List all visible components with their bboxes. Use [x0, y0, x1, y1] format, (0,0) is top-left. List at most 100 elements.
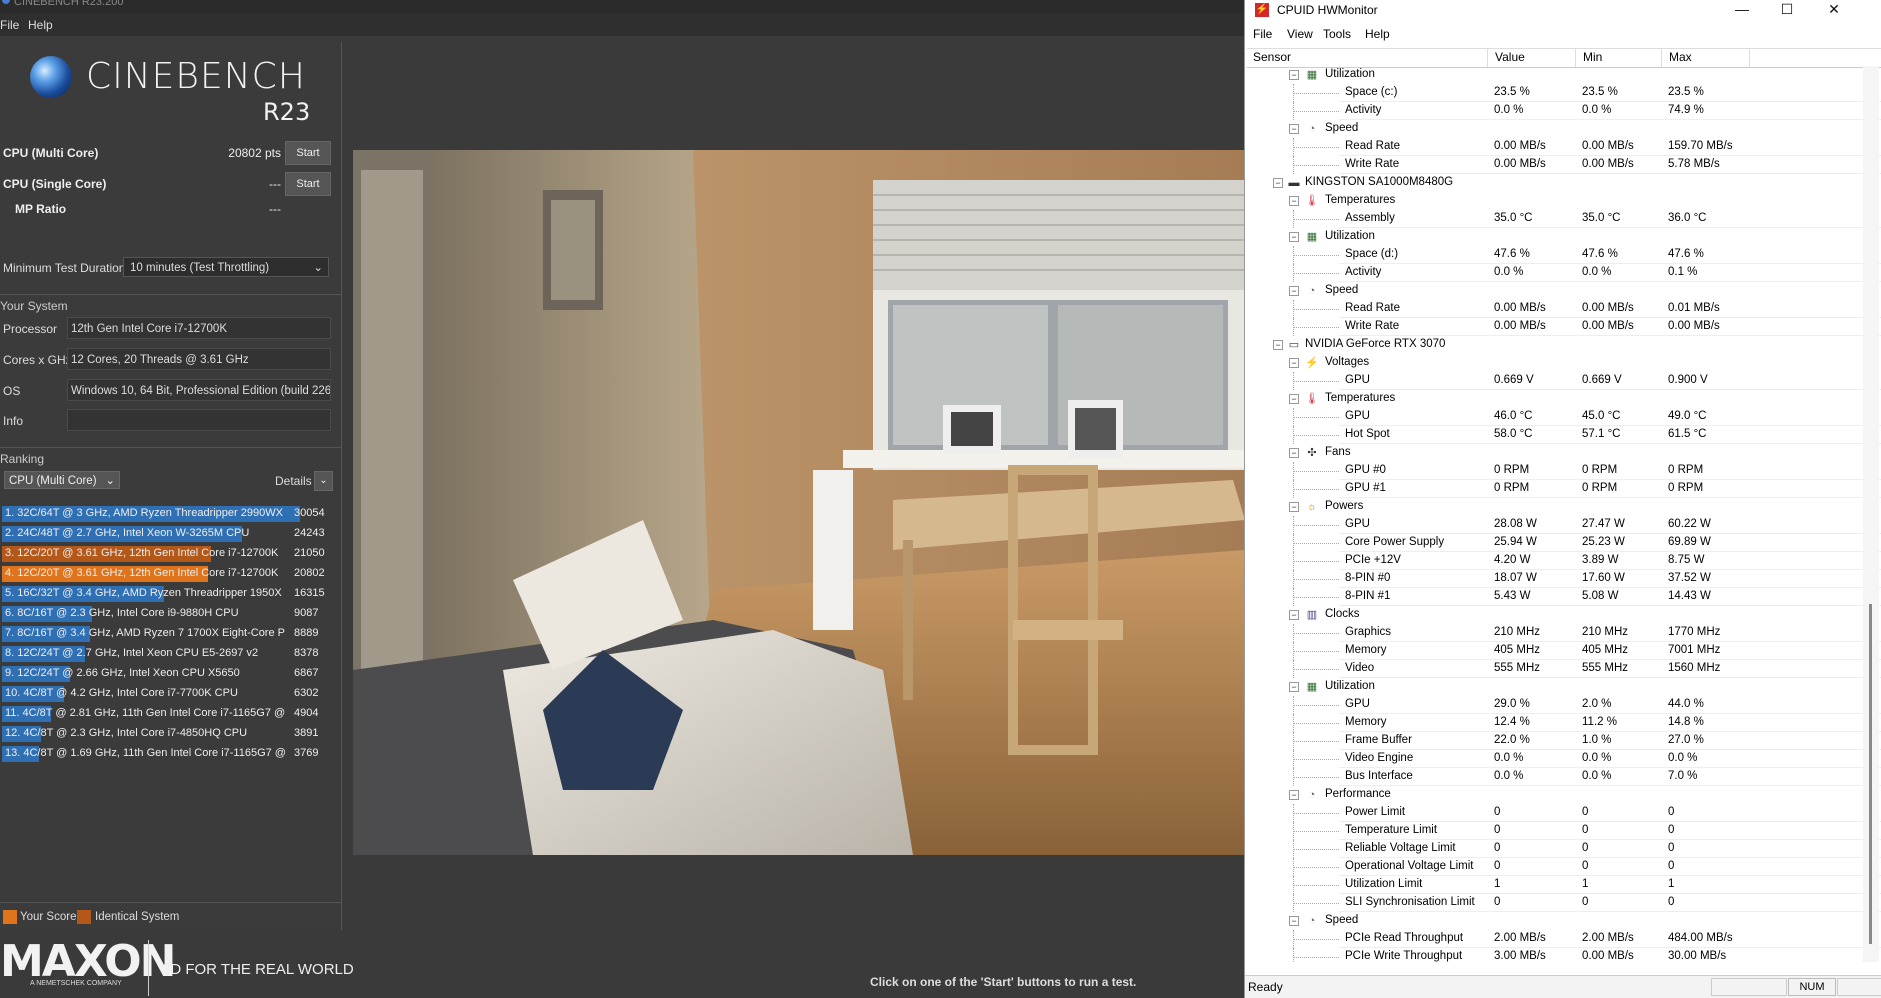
collapse-toggle-icon[interactable]: − — [1289, 70, 1299, 80]
sensor-row[interactable]: PCIe +12V 4.20 W 3.89 W 8.75 W — [1247, 552, 1881, 570]
start-single-core-button[interactable]: Start — [285, 172, 331, 196]
sensor-row[interactable]: GPU #0 0 RPM 0 RPM 0 RPM — [1247, 462, 1881, 480]
ranking-item[interactable]: 5. 16C/32T @ 3.4 GHz, AMD Ryzen Threadri… — [0, 584, 341, 604]
menu-file[interactable]: File — [1253, 27, 1272, 41]
collapse-toggle-icon[interactable]: − — [1289, 448, 1299, 458]
sensor-group-row[interactable]: − ◔ Speed — [1247, 912, 1881, 930]
sensor-row[interactable]: Assembly 35.0 °C 35.0 °C 36.0 °C — [1247, 210, 1881, 228]
sensor-row[interactable]: PCIe Write Throughput 3.00 MB/s 0.00 MB/s 3… — [1247, 948, 1881, 962]
sensor-row[interactable]: 8-PIN #0 18.07 W 17.60 W 37.52 W — [1247, 570, 1881, 588]
sensor-row[interactable]: 8-PIN #1 5.43 W 5.08 W 14.43 W — [1247, 588, 1881, 606]
sensor-group-row[interactable]: − 🌡 Temperatures — [1247, 390, 1881, 408]
sensor-row[interactable]: SLI Synchronisation Limit 0 0 0 — [1247, 894, 1881, 912]
sensor-group-row[interactable]: − ▦ Utilization — [1247, 678, 1881, 696]
start-multi-core-button[interactable]: Start — [285, 141, 331, 165]
column-max[interactable]: Max — [1669, 50, 1692, 64]
sensor-row[interactable]: Hot Spot 58.0 °C 57.1 °C 61.5 °C — [1247, 426, 1881, 444]
sensor-row[interactable]: Operational Voltage Limit 0 0 0 — [1247, 858, 1881, 876]
collapse-toggle-icon[interactable]: − — [1289, 286, 1299, 296]
column-divider[interactable] — [1487, 49, 1488, 67]
collapse-toggle-icon[interactable]: − — [1273, 178, 1283, 188]
collapse-toggle-icon[interactable]: − — [1289, 394, 1299, 404]
sensor-row[interactable]: Core Power Supply 25.94 W 25.23 W 69.89 W — [1247, 534, 1881, 552]
ranking-item[interactable]: 11. 4C/8T @ 2.81 GHz, 11th Gen Intel Cor… — [0, 704, 341, 724]
close-button[interactable]: ✕ — [1812, 0, 1856, 20]
ranking-item[interactable]: 3. 12C/20T @ 3.61 GHz, 12th Gen Intel Co… — [0, 544, 341, 564]
sensor-row[interactable]: Bus Interface 0.0 % 0.0 % 7.0 % — [1247, 768, 1881, 786]
sensor-row[interactable]: Video Engine 0.0 % 0.0 % 0.0 % — [1247, 750, 1881, 768]
sensor-row[interactable]: GPU 28.08 W 27.47 W 60.22 W — [1247, 516, 1881, 534]
column-divider[interactable] — [1661, 49, 1662, 67]
ranking-item[interactable]: 9. 12C/24T @ 2.66 GHz, Intel Xeon CPU X5… — [0, 664, 341, 684]
ranking-item[interactable]: 1. 32C/64T @ 3 GHz, AMD Ryzen Threadripp… — [0, 504, 341, 524]
column-min[interactable]: Min — [1583, 50, 1602, 64]
collapse-toggle-icon[interactable]: − — [1289, 682, 1299, 692]
column-sensor[interactable]: Sensor — [1253, 50, 1291, 64]
sensor-group-row[interactable]: − ◔ Speed — [1247, 120, 1881, 138]
details-chevron-button[interactable]: ⌄ — [314, 471, 333, 491]
menu-view[interactable]: View — [1287, 27, 1313, 41]
sensor-row[interactable]: GPU 29.0 % 2.0 % 44.0 % — [1247, 696, 1881, 714]
device-row[interactable]: − ▭ NVIDIA GeForce RTX 3070 — [1247, 336, 1881, 354]
scrollbar-thumb[interactable] — [1869, 604, 1872, 944]
sensor-row[interactable]: Frame Buffer 22.0 % 1.0 % 27.0 % — [1247, 732, 1881, 750]
collapse-toggle-icon[interactable]: − — [1289, 790, 1299, 800]
column-divider[interactable] — [1749, 49, 1750, 67]
collapse-toggle-icon[interactable]: − — [1289, 124, 1299, 134]
sensor-row[interactable]: Memory 12.4 % 11.2 % 14.8 % — [1247, 714, 1881, 732]
sensor-group-row[interactable]: − ▦ Utilization — [1247, 66, 1881, 84]
sensor-row[interactable]: Write Rate 0.00 MB/s 0.00 MB/s 5.78 MB/s — [1247, 156, 1881, 174]
ranking-item[interactable]: 10. 4C/8T @ 4.2 GHz, Intel Core i7-7700K… — [0, 684, 341, 704]
sensor-row[interactable]: GPU 46.0 °C 45.0 °C 49.0 °C — [1247, 408, 1881, 426]
sensor-row[interactable]: Utilization Limit 1 1 1 — [1247, 876, 1881, 894]
column-value[interactable]: Value — [1495, 50, 1525, 64]
sensor-row[interactable]: Memory 405 MHz 405 MHz 7001 MHz — [1247, 642, 1881, 660]
sensor-group-row[interactable]: − 🌡 Temperatures — [1247, 192, 1881, 210]
sensor-group-row[interactable]: − ⚡ Voltages — [1247, 354, 1881, 372]
sensor-row[interactable]: GPU #1 0 RPM 0 RPM 0 RPM — [1247, 480, 1881, 498]
collapse-toggle-icon[interactable]: − — [1273, 340, 1283, 350]
sensor-group-row[interactable]: − ☼ Powers — [1247, 498, 1881, 516]
minimize-button[interactable]: — — [1720, 0, 1764, 20]
sensor-row[interactable]: Power Limit 0 0 0 — [1247, 804, 1881, 822]
sensor-row[interactable]: Space (d:) 47.6 % 47.6 % 47.6 % — [1247, 246, 1881, 264]
sensor-row[interactable]: PCIe Read Throughput 2.00 MB/s 2.00 MB/s 48… — [1247, 930, 1881, 948]
sensor-row[interactable]: Reliable Voltage Limit 0 0 0 — [1247, 840, 1881, 858]
sensor-row[interactable]: Space (c:) 23.5 % 23.5 % 23.5 % — [1247, 84, 1881, 102]
collapse-toggle-icon[interactable]: − — [1289, 196, 1299, 206]
collapse-toggle-icon[interactable]: − — [1289, 502, 1299, 512]
menu-tools[interactable]: Tools — [1323, 27, 1351, 41]
collapse-toggle-icon[interactable]: − — [1289, 358, 1299, 368]
menu-help[interactable]: Help — [28, 18, 53, 32]
vertical-scrollbar[interactable] — [1863, 66, 1879, 962]
ranking-select[interactable]: CPU (Multi Core) ⌄ — [4, 471, 120, 489]
info-field[interactable] — [67, 409, 331, 431]
sensor-row[interactable]: Graphics 210 MHz 210 MHz 1770 MHz — [1247, 624, 1881, 642]
sensor-row[interactable]: Read Rate 0.00 MB/s 0.00 MB/s 0.01 MB/s — [1247, 300, 1881, 318]
ranking-item[interactable]: 8. 12C/24T @ 2.7 GHz, Intel Xeon CPU E5-… — [0, 644, 341, 664]
menu-file[interactable]: File — [0, 18, 19, 32]
sensor-row[interactable]: Write Rate 0.00 MB/s 0.00 MB/s 0.00 MB/s — [1247, 318, 1881, 336]
ranking-item[interactable]: 13. 4C/8T @ 1.69 GHz, 11th Gen Intel Cor… — [0, 744, 341, 764]
ranking-item[interactable]: 6. 8C/16T @ 2.3 GHz, Intel Core i9-9880H… — [0, 604, 341, 624]
sensor-row[interactable]: Read Rate 0.00 MB/s 0.00 MB/s 159.70 MB/s — [1247, 138, 1881, 156]
column-divider[interactable] — [1575, 49, 1576, 67]
sensor-row[interactable]: Temperature Limit 0 0 0 — [1247, 822, 1881, 840]
ranking-item[interactable]: 4. 12C/20T @ 3.61 GHz, 12th Gen Intel Co… — [0, 564, 341, 584]
sensor-group-row[interactable]: − ◔ Performance — [1247, 786, 1881, 804]
ranking-item[interactable]: 7. 8C/16T @ 3.4 GHz, AMD Ryzen 7 1700X E… — [0, 624, 341, 644]
sensor-group-row[interactable]: − ▦ Utilization — [1247, 228, 1881, 246]
sensor-row[interactable]: Activity 0.0 % 0.0 % 0.1 % — [1247, 264, 1881, 282]
collapse-toggle-icon[interactable]: − — [1289, 610, 1299, 620]
maximize-button[interactable]: ☐ — [1765, 0, 1809, 20]
sensor-group-row[interactable]: − ▥ Clocks — [1247, 606, 1881, 624]
sensor-group-row[interactable]: − ◔ Speed — [1247, 282, 1881, 300]
menu-help[interactable]: Help — [1365, 27, 1390, 41]
collapse-toggle-icon[interactable]: − — [1289, 916, 1299, 926]
device-row[interactable]: − ▬ KINGSTON SA1000M8480G — [1247, 174, 1881, 192]
sensor-group-row[interactable]: − ✣ Fans — [1247, 444, 1881, 462]
min-duration-select[interactable]: 10 minutes (Test Throttling) ⌄ — [123, 257, 329, 277]
ranking-item[interactable]: 2. 24C/48T @ 2.7 GHz, Intel Xeon W-3265M… — [0, 524, 341, 544]
ranking-item[interactable]: 12. 4C/8T @ 2.3 GHz, Intel Core i7-4850H… — [0, 724, 341, 744]
sensor-row[interactable]: Video 555 MHz 555 MHz 1560 MHz — [1247, 660, 1881, 678]
